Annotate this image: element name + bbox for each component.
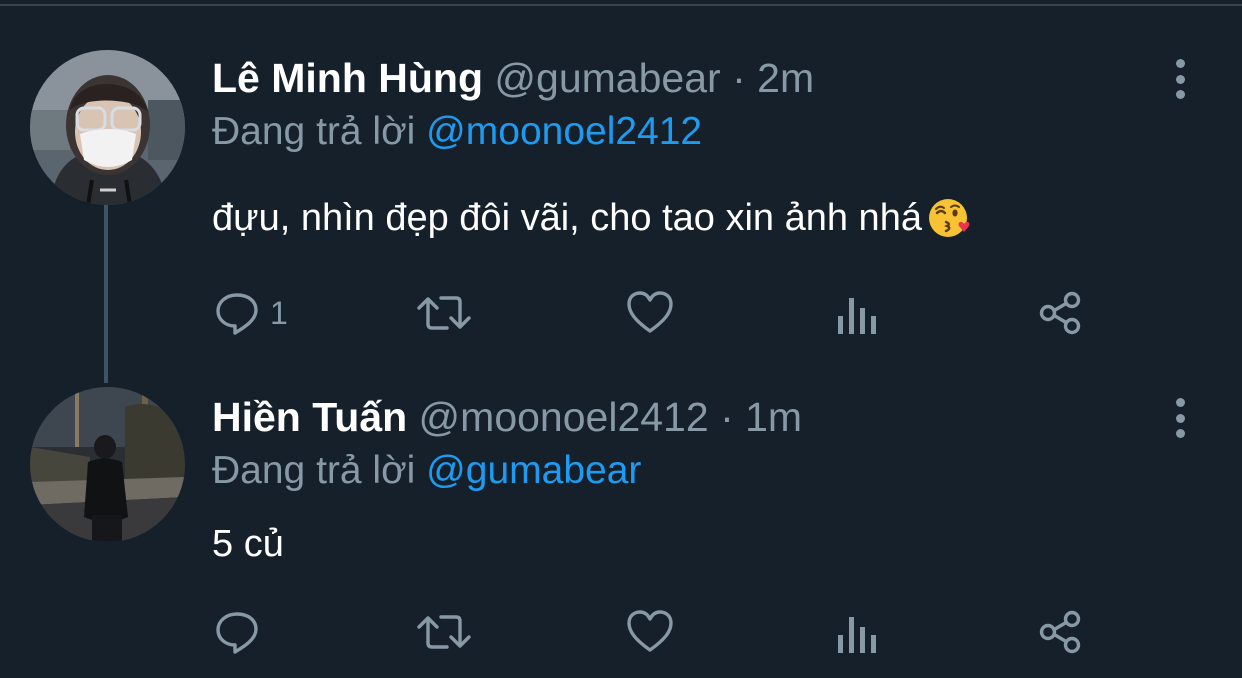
share-icon <box>1039 291 1081 335</box>
replying-to-label: Đang trả lời <box>212 449 416 492</box>
meta-separator: · <box>720 394 734 440</box>
avatar[interactable] <box>30 50 185 205</box>
reply-count: 1 <box>270 294 288 331</box>
author-handle[interactable]: @gumabear <box>494 55 720 101</box>
share-button[interactable] <box>1038 288 1084 338</box>
replying-to-label: Đang trả lời <box>212 110 416 153</box>
replying-to: Đang trả lời @gumabear <box>212 441 641 501</box>
author-name[interactable]: Lê Minh Hùng <box>212 55 483 101</box>
avatar-photo <box>30 50 185 205</box>
share-button[interactable] <box>1038 607 1084 657</box>
tweet-header: Hiền Tuấn @moonoel2412 · 1m <box>212 387 802 447</box>
author-name[interactable]: Hiền Tuấn <box>212 394 407 440</box>
tweet-body: 5 củ <box>212 523 284 565</box>
like-icon <box>627 291 673 333</box>
replying-to: Đang trả lời @moonoel2412 <box>212 102 702 162</box>
analytics-icon <box>838 298 876 334</box>
like-icon <box>627 610 673 652</box>
kissing-wink-heart-emoji <box>928 198 970 237</box>
retweet-button[interactable] <box>417 288 471 338</box>
tweet-text: đựu, nhìn đẹp đôi vãi, cho tao xin ảnh n… <box>212 190 972 246</box>
retweet-icon <box>417 615 471 649</box>
meta-separator: · <box>732 55 746 101</box>
tweet-body: đựu, nhìn đẹp đôi vãi, cho tao xin ảnh n… <box>212 197 922 239</box>
thread-connector-line <box>104 205 108 383</box>
avatar-photo <box>30 387 185 542</box>
mention-link[interactable]: @gumabear <box>426 449 641 492</box>
reply-icon <box>216 612 258 654</box>
tweet-text: 5 củ <box>212 516 284 572</box>
avatar[interactable] <box>30 387 185 542</box>
tweet-time[interactable]: 2m <box>757 55 814 101</box>
more-options-button[interactable] <box>1160 57 1200 101</box>
retweet-icon <box>417 296 471 330</box>
analytics-button[interactable] <box>835 291 877 341</box>
author-handle[interactable]: @moonoel2412 <box>419 394 709 440</box>
mention-link[interactable]: @moonoel2412 <box>426 110 702 153</box>
like-button[interactable] <box>626 288 674 338</box>
like-button[interactable] <box>626 607 674 657</box>
analytics-icon <box>838 617 876 653</box>
tweet-time[interactable]: 1m <box>745 394 802 440</box>
tweet-header: Lê Minh Hùng @gumabear · 2m <box>212 48 814 108</box>
more-options-button[interactable] <box>1160 396 1200 440</box>
reply-button[interactable] <box>214 607 270 657</box>
reply-button[interactable]: 1 <box>214 288 288 338</box>
reply-icon <box>216 293 258 335</box>
top-divider <box>0 4 1242 6</box>
share-icon <box>1039 610 1081 654</box>
analytics-button[interactable] <box>835 610 877 660</box>
retweet-button[interactable] <box>417 607 471 657</box>
